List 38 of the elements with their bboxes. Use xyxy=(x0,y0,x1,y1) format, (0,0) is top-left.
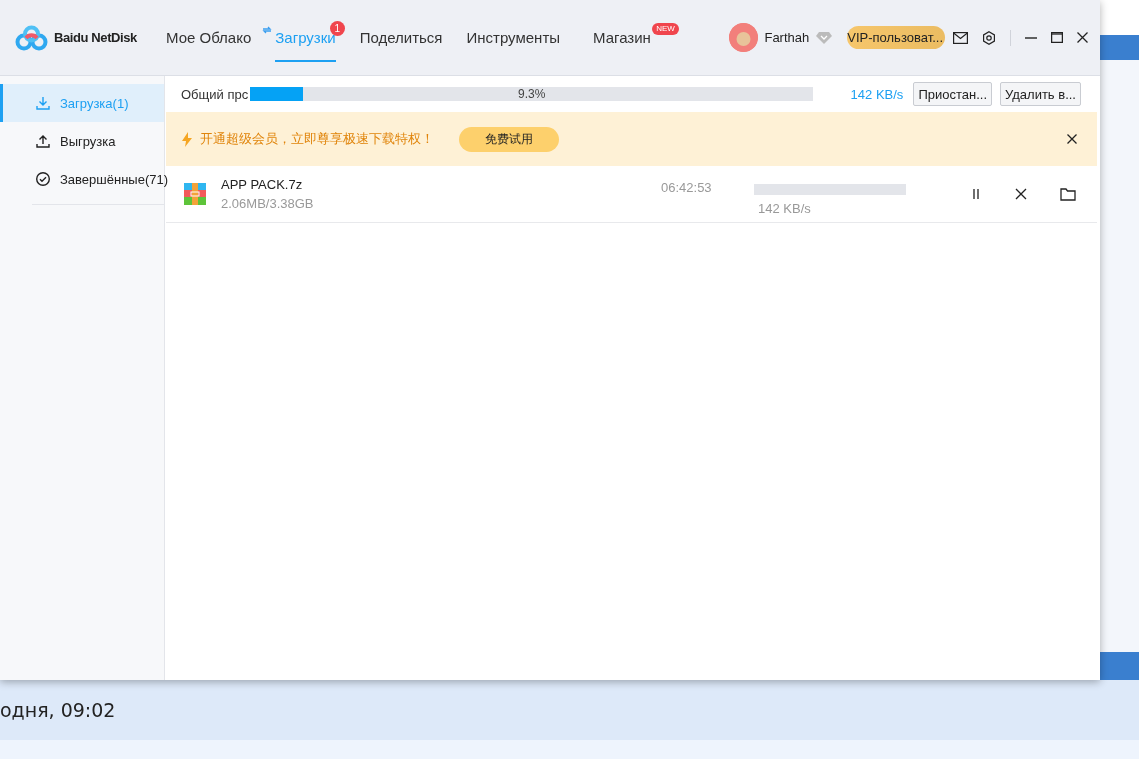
file-size: 2.06MB/3.38GB xyxy=(221,196,315,211)
cloud-logo-icon xyxy=(15,24,48,51)
vip-button[interactable]: VIP-пользоват... xyxy=(847,26,945,49)
notification-badge: 1 xyxy=(329,20,345,36)
pause-icon[interactable] xyxy=(970,188,982,200)
free-trial-button[interactable]: 免费试用 xyxy=(459,126,559,152)
settings-icon[interactable] xyxy=(982,30,996,45)
toolbar-button[interactable]: Удалить в... xyxy=(1000,82,1081,106)
folder-icon[interactable] xyxy=(1060,187,1076,201)
nav-tab[interactable]: Мое Облако xyxy=(166,0,252,76)
promo-text: 开通超级会员，立即尊享极速下载特权！ xyxy=(200,130,434,148)
file-name: APP PACK.7z xyxy=(221,177,304,192)
download-speed: 142 KB/s xyxy=(758,201,812,216)
close-icon[interactable] xyxy=(1067,134,1077,144)
toolbar-button[interactable]: Приостан... xyxy=(913,82,992,106)
nav-tab[interactable]: Поделиться xyxy=(359,0,443,76)
overall-progress-label: Общий прс xyxy=(181,86,249,102)
overall-percent: 9.3% xyxy=(518,87,546,101)
mail-icon[interactable] xyxy=(953,31,968,44)
minimize-icon[interactable] xyxy=(1025,36,1037,39)
close-icon[interactable] xyxy=(1077,32,1088,43)
download-icon xyxy=(35,95,51,111)
lightning-icon xyxy=(182,131,192,147)
sidebar-item[interactable]: Выгрузка xyxy=(0,122,164,160)
timestamp-text: одня, 09:02 xyxy=(0,699,116,721)
maximize-icon[interactable] xyxy=(1051,32,1063,43)
close-icon[interactable] xyxy=(1015,188,1027,200)
time-remaining: 06:42:53 xyxy=(661,179,713,195)
nav-tab[interactable]: Инструменты xyxy=(466,0,561,76)
check-circle-icon xyxy=(35,171,51,187)
overall-speed: 142 KB/s xyxy=(850,86,904,102)
diamond-icon xyxy=(815,30,834,45)
nav-tab[interactable]: Магазин NEW xyxy=(593,0,679,76)
user-name[interactable]: Farthah xyxy=(764,30,810,45)
notification-badge: NEW xyxy=(652,22,679,35)
upload-icon xyxy=(35,133,51,149)
app-logo-text: Baidu NetDisk xyxy=(54,30,137,45)
archive-file-icon xyxy=(184,183,206,205)
